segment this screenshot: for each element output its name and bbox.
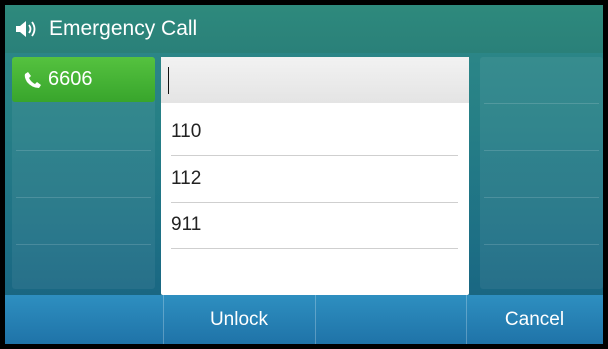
emergency-number-dropdown: 110 112 911 xyxy=(161,57,469,295)
speaker-icon xyxy=(15,19,43,39)
divider xyxy=(484,103,599,104)
left-line-keys: 6606 xyxy=(12,57,155,289)
unlock-button[interactable]: Unlock xyxy=(163,295,315,344)
softkey-3[interactable] xyxy=(315,295,466,344)
right-line-keys xyxy=(480,57,603,289)
dropdown-item-911[interactable]: 911 xyxy=(171,202,458,249)
divider xyxy=(484,197,599,198)
divider xyxy=(16,197,151,198)
softkey-1[interactable] xyxy=(5,295,155,344)
cancel-button[interactable]: Cancel xyxy=(466,295,603,344)
line-key-label: 6606 xyxy=(48,68,93,90)
divider xyxy=(16,150,151,151)
item-label: 110 xyxy=(171,121,202,142)
dropdown-item-110[interactable]: 110 xyxy=(171,109,458,156)
softkey-bar: Unlock Cancel xyxy=(5,295,603,344)
page-title: Emergency Call xyxy=(49,17,198,40)
number-input[interactable] xyxy=(161,57,469,103)
divider xyxy=(484,150,599,151)
text-caret xyxy=(168,67,169,94)
right-panel xyxy=(480,57,603,289)
dropdown-item-112[interactable]: 112 xyxy=(171,156,458,203)
phone-icon xyxy=(24,70,44,90)
item-label: 911 xyxy=(171,214,202,235)
divider xyxy=(484,244,599,245)
title-bar: Emergency Call xyxy=(5,5,603,53)
line-key-6606[interactable]: 6606 xyxy=(12,57,155,102)
phone-screen: Emergency Call 6606 110 112 911 Unlock C… xyxy=(5,5,603,344)
divider xyxy=(16,244,151,245)
item-label: 112 xyxy=(171,168,202,189)
